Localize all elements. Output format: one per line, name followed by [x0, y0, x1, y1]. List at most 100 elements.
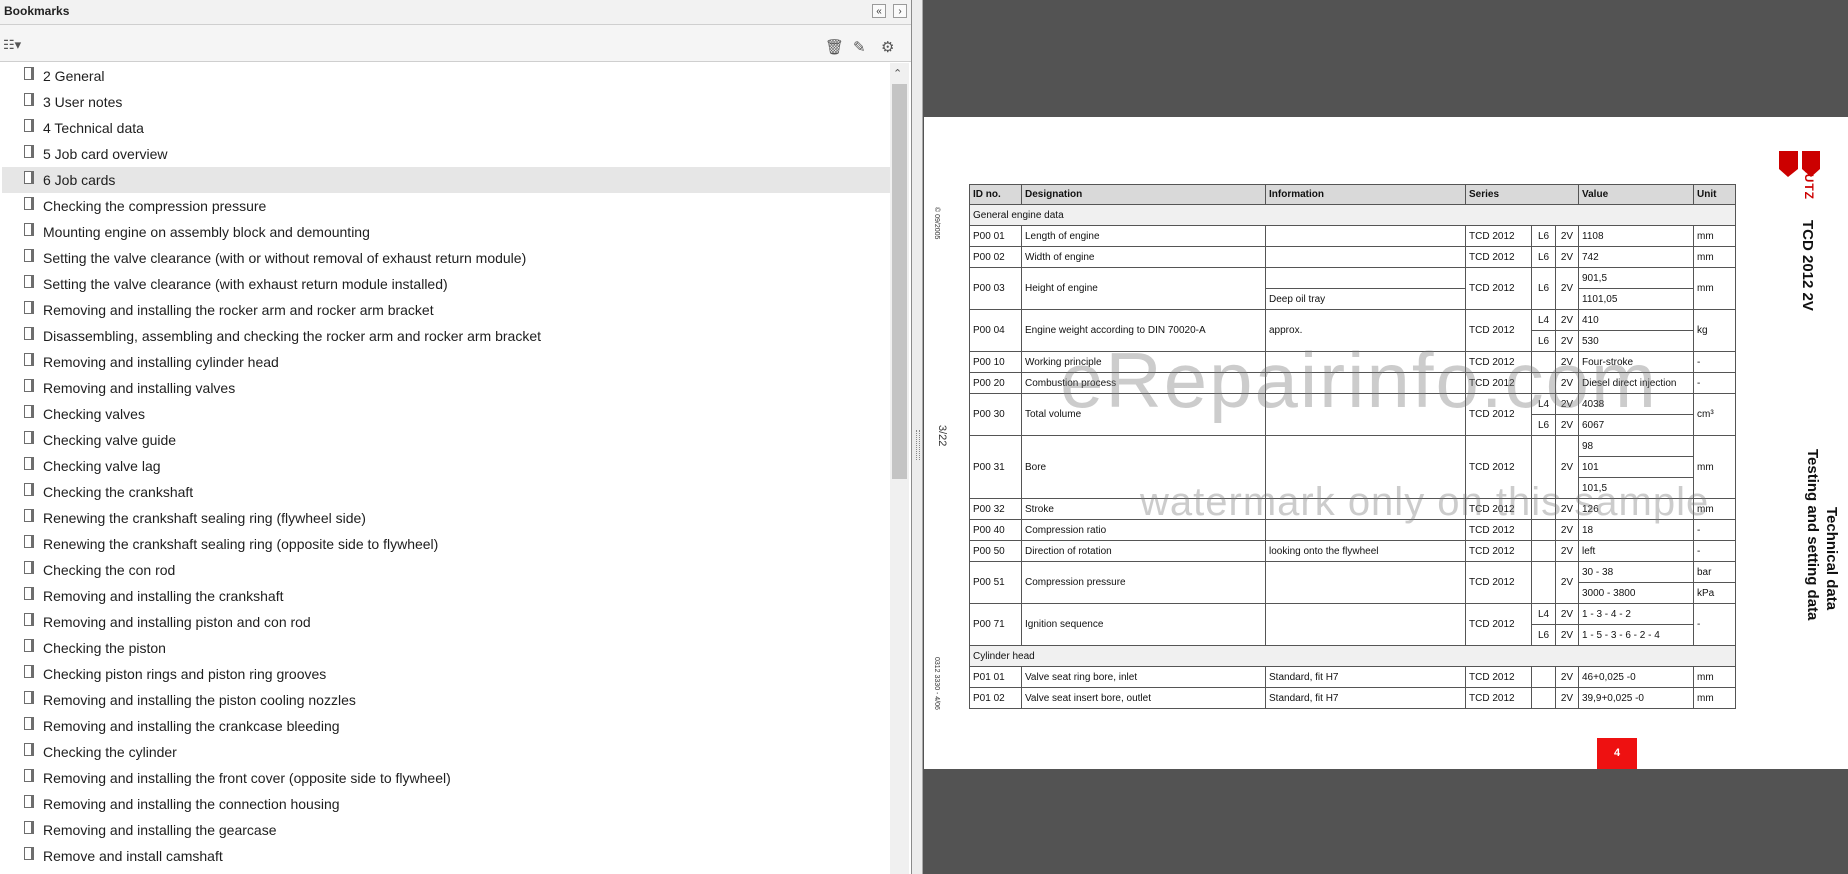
bookmark-item[interactable]: Checking valve lag	[2, 453, 890, 479]
table-row: P00 03 Height of engine TCD 2012 L6 2V 901,5 m…	[969, 267, 1736, 310]
bookmark-icon	[24, 743, 34, 756]
value-cell: 98	[1578, 435, 1694, 457]
bookmark-item[interactable]: Setting the valve clearance (with or wit…	[2, 245, 890, 271]
bookmark-label: Removing and installing the crankcase bl…	[43, 718, 340, 734]
bookmark-item[interactable]: Setting the valve clearance (with exhaus…	[2, 271, 890, 297]
cylinder-cell	[1531, 687, 1556, 709]
information-cell: Standard, fit H7	[1265, 687, 1466, 709]
value-cell: 1108	[1578, 225, 1694, 247]
bookmark-icon	[24, 691, 34, 704]
bookmark-label: Checking the crankshaft	[43, 484, 194, 500]
bookmark-label: Removing and installing the crankshaft	[43, 588, 284, 604]
unit-cell: -	[1693, 351, 1736, 373]
cylinder-cell: L6	[1531, 267, 1556, 310]
bookmark-item[interactable]: 5 Job card overview	[2, 141, 890, 167]
bookmark-label: Checking the piston	[43, 640, 166, 656]
series-cell: TCD 2012	[1465, 225, 1532, 247]
bookmark-item[interactable]: Checking the piston	[2, 635, 890, 661]
bookmark-icon	[24, 67, 34, 80]
bookmark-item[interactable]: Renewing the crankshaft sealing ring (fl…	[2, 505, 890, 531]
bookmark-item[interactable]: Removing and installing cylinder head	[2, 349, 890, 375]
unit-cell: -	[1693, 540, 1736, 562]
value-cell: 3000 - 3800	[1578, 582, 1694, 604]
model-title: TCD 2012 2V	[1799, 220, 1816, 311]
scrollbar-thumb[interactable]	[892, 84, 907, 479]
designation-cell: Compression pressure	[1021, 561, 1266, 604]
id-cell: P00 20	[969, 372, 1022, 394]
bookmark-icon	[24, 665, 34, 678]
valve-cell: 2V	[1555, 687, 1579, 709]
bookmark-item[interactable]: Checking valves	[2, 401, 890, 427]
valve-cell: 2V	[1555, 666, 1579, 688]
bookmark-icon	[24, 587, 34, 600]
bookmark-item[interactable]: Disassembling, assembling and checking t…	[2, 323, 890, 349]
bookmark-icon	[24, 847, 34, 860]
unit-cell: kg	[1693, 309, 1736, 352]
bookmark-item[interactable]: 6 Job cards	[2, 167, 890, 193]
bookmark-item[interactable]: Checking the compression pressure	[2, 193, 890, 219]
bookmark-item[interactable]: Removing and installing piston and con r…	[2, 609, 890, 635]
options-menu-button[interactable]: ☷▾	[3, 37, 21, 53]
bookmark-scrollbar[interactable]: ⌃	[890, 63, 909, 874]
bookmark-item[interactable]: 3 User notes	[2, 89, 890, 115]
bookmark-item[interactable]: Checking piston rings and piston ring gr…	[2, 661, 890, 687]
bookmark-item[interactable]: Checking the con rod	[2, 557, 890, 583]
column-header: Series	[1465, 184, 1579, 205]
bookmark-item[interactable]: Remove and install camshaft	[2, 843, 890, 869]
bookmark-icon	[24, 353, 34, 366]
bookmark-item[interactable]: Removing and installing the piston cooli…	[2, 687, 890, 713]
bookmark-item[interactable]: 4 Technical data	[2, 115, 890, 141]
value-cell: 101	[1578, 456, 1694, 478]
id-cell: P00 71	[969, 603, 1022, 646]
bookmark-item[interactable]: Renewing the crankshaft sealing ring (op…	[2, 531, 890, 557]
scroll-up-icon[interactable]: ⌃	[893, 67, 902, 80]
table-row: P00 51 Compression pressure TCD 2012 2V 30 -…	[969, 561, 1736, 604]
bookmark-properties-button[interactable]: ⚙	[881, 38, 894, 56]
bookmark-item[interactable]: Removing and installing the rocker arm a…	[2, 297, 890, 323]
bookmark-item[interactable]: Checking valve guide	[2, 427, 890, 453]
valve-cell: 2V	[1555, 603, 1579, 625]
value-cell: 410	[1578, 309, 1694, 331]
bookmark-item[interactable]: 2 General	[2, 63, 890, 89]
bookmark-item[interactable]: Removing and installing valves	[2, 375, 890, 401]
unit-cell: kPa	[1693, 582, 1736, 604]
id-cell: P00 30	[969, 393, 1022, 436]
bookmark-item[interactable]: Removing and installing the front cover …	[2, 765, 890, 791]
bookmark-item[interactable]: Removing and installing the connection h…	[2, 791, 890, 817]
id-cell: P00 50	[969, 540, 1022, 562]
designation-cell: Width of engine	[1021, 246, 1266, 268]
deutz-logo	[1779, 151, 1820, 177]
splitter-grip[interactable]	[916, 430, 920, 460]
trash-icon: 🗑	[825, 39, 845, 56]
id-cell: P00 40	[969, 519, 1022, 541]
bookmark-item[interactable]: Removing and installing the crankshaft	[2, 583, 890, 609]
panel-splitter[interactable]	[912, 0, 923, 874]
bookmark-item[interactable]: Checking the crankshaft	[2, 479, 890, 505]
id-cell: P00 51	[969, 561, 1022, 604]
value-cell: 39,9+0,025 -0	[1578, 687, 1694, 709]
delete-bookmark-button[interactable]: 🗑	[825, 38, 844, 56]
id-cell: P00 31	[969, 435, 1022, 499]
unit-cell: -	[1693, 372, 1736, 394]
column-header: Information	[1265, 184, 1466, 205]
unit-cell: cm³	[1693, 393, 1736, 436]
bookmark-icon	[24, 457, 34, 470]
cylinder-cell	[1531, 561, 1556, 604]
bookmark-label: Renewing the crankshaft sealing ring (fl…	[43, 510, 366, 526]
bookmark-item[interactable]: Removing and installing the crankcase bl…	[2, 713, 890, 739]
bookmark-item[interactable]: Removing and installing the gearcase	[2, 817, 890, 843]
collapse-panel-button[interactable]: «	[872, 4, 886, 18]
section-label: General engine data	[969, 204, 1736, 226]
designation-cell: Valve seat insert bore, outlet	[1021, 687, 1266, 709]
information-cell: Standard, fit H7	[1265, 666, 1466, 688]
bookmark-item[interactable]: Checking the cylinder	[2, 739, 890, 765]
bookmark-list: 2 General 3 User notes 4 Technical data 5 J…	[2, 63, 890, 874]
technical-data-table: ID no. Designation Information Series Value U…	[969, 184, 1736, 709]
section-label: Cylinder head	[969, 645, 1736, 667]
unit-cell: mm	[1693, 687, 1736, 709]
value-cell: 901,5	[1578, 267, 1694, 289]
expand-panel-button[interactable]: ›	[893, 4, 907, 18]
new-bookmark-button[interactable]: ✎	[853, 38, 866, 56]
bookmark-label: Removing and installing the front cover …	[43, 770, 451, 786]
bookmark-item[interactable]: Mounting engine on assembly block and de…	[2, 219, 890, 245]
